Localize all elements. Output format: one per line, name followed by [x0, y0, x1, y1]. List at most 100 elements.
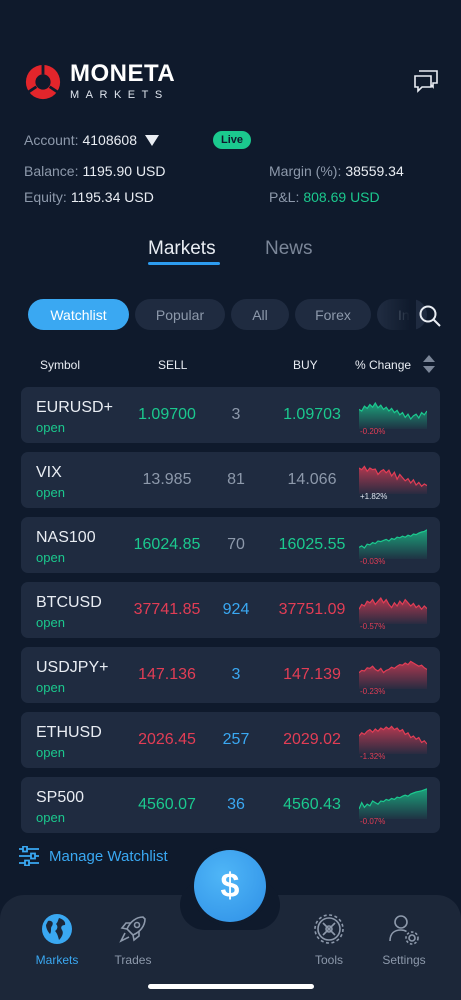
tools-icon	[314, 914, 344, 944]
buy-price[interactable]: 37751.09	[257, 601, 367, 619]
tab-news[interactable]: News	[265, 238, 313, 260]
watchlist-row[interactable]: USDJPY+ open 147.136 3 147.139 -0.23%	[21, 647, 440, 703]
nav-trades[interactable]: Trades	[93, 912, 173, 967]
margin-value: 38559.34	[345, 163, 404, 179]
watchlist-row[interactable]: BTCUSD open 37741.85 924 37751.09 -0.57%	[21, 582, 440, 638]
row-spread: 3	[231, 666, 241, 683]
tab-markets[interactable]: Markets	[148, 238, 216, 260]
filter-all[interactable]: All	[231, 299, 289, 330]
sell-price[interactable]: 37741.85	[117, 601, 217, 619]
filter-popular[interactable]: Popular	[135, 299, 225, 330]
watchlist-row[interactable]: NAS100 open 16024.85 70 16025.55 -0.03%	[21, 517, 440, 573]
row-symbol: SP500	[36, 789, 85, 806]
trade-fab-button[interactable]: $	[194, 850, 266, 922]
nav-markets[interactable]: Markets	[17, 912, 97, 967]
margin-stat: Margin (%): 38559.34	[269, 163, 404, 179]
nav-settings-label: Settings	[382, 953, 426, 967]
pnl-label: P&L:	[269, 189, 300, 205]
nav-trades-label: Trades	[114, 953, 152, 967]
row-spread: 924	[222, 601, 250, 618]
globe-icon	[42, 914, 72, 944]
row-status: open	[36, 485, 65, 500]
percent-change: -0.20%	[360, 427, 386, 436]
sparkline-chart	[359, 660, 427, 689]
buy-price[interactable]: 14.066	[257, 471, 367, 489]
row-symbol: ETHUSD	[36, 724, 102, 741]
column-header-buy: BUY	[293, 358, 318, 372]
rocket-icon	[119, 916, 146, 943]
percent-change: -0.03%	[360, 557, 386, 566]
watchlist-row[interactable]: SP500 open 4560.07 36 4560.43 -0.07%	[21, 777, 440, 833]
percent-change: -0.07%	[360, 817, 386, 826]
row-spread: 3	[231, 406, 241, 423]
row-symbol: VIX	[36, 464, 62, 481]
nav-tools-label: Tools	[314, 953, 343, 967]
sell-price[interactable]: 13.985	[117, 471, 217, 489]
margin-label: Margin (%):	[269, 163, 342, 179]
account-number: 4108608	[82, 132, 137, 148]
column-header-sell: SELL	[158, 358, 188, 372]
row-spread: 36	[227, 796, 245, 813]
row-spread: 257	[222, 731, 250, 748]
balance-stat: Balance: 1195.90 USD	[24, 163, 166, 179]
buy-price[interactable]: 16025.55	[257, 536, 367, 554]
brand-subtitle: MARKETS	[70, 89, 169, 101]
row-symbol: NAS100	[36, 529, 96, 546]
row-status: open	[36, 810, 65, 825]
nav-settings[interactable]: Settings	[364, 912, 444, 967]
watchlist-row[interactable]: EURUSD+ open 1.09700 3 1.09703 -0.20%	[21, 387, 440, 443]
percent-change: -0.23%	[360, 687, 386, 696]
row-symbol: BTCUSD	[36, 594, 102, 611]
percent-change: -0.57%	[360, 622, 386, 631]
brand-title: MONETA	[70, 60, 176, 87]
buy-price[interactable]: 4560.43	[257, 796, 367, 814]
search-icon[interactable]	[418, 304, 442, 328]
sell-price[interactable]: 2026.45	[117, 731, 217, 749]
percent-change: +1.82%	[360, 492, 388, 501]
equity-label: Equity:	[24, 189, 67, 205]
brand-logo: MONETA MARKETS	[24, 62, 175, 101]
equity-stat: Equity: 1195.34 USD	[24, 189, 154, 205]
row-status: open	[36, 420, 65, 435]
sparkline-chart	[359, 788, 427, 819]
buy-price[interactable]: 1.09703	[257, 406, 367, 424]
row-symbol: USDJPY+	[36, 659, 109, 676]
watchlist-row[interactable]: ETHUSD open 2026.45 257 2029.02 -1.32%	[21, 712, 440, 768]
sparkline-chart	[359, 465, 427, 494]
caret-down-icon[interactable]	[145, 134, 159, 146]
sort-icon[interactable]	[423, 355, 435, 373]
sparkline-area	[359, 788, 427, 819]
chat-icon[interactable]	[413, 66, 441, 94]
row-status: open	[36, 615, 65, 630]
home-indicator	[148, 984, 314, 989]
sparkline-chart	[359, 529, 427, 559]
row-status: open	[36, 680, 65, 695]
row-symbol: EURUSD+	[36, 399, 113, 416]
sell-price[interactable]: 147.136	[117, 666, 217, 684]
user-settings-icon	[389, 915, 419, 945]
account-selector[interactable]: Account: 4108608	[24, 132, 159, 148]
pnl-value: 808.69 USD	[303, 189, 380, 205]
row-status: open	[36, 745, 65, 760]
row-status: open	[36, 550, 65, 565]
column-header-change[interactable]: % Change	[355, 358, 411, 372]
buy-price[interactable]: 2029.02	[257, 731, 367, 749]
live-status-badge: Live	[213, 131, 252, 149]
filter-forex[interactable]: Forex	[295, 299, 371, 330]
account-label: Account:	[24, 132, 79, 148]
filter-watchlist[interactable]: Watchlist	[28, 299, 129, 330]
pnl-stat: P&L: 808.69 USD	[269, 189, 380, 205]
sell-price[interactable]: 4560.07	[117, 796, 217, 814]
sell-price[interactable]: 16024.85	[117, 536, 217, 554]
nav-markets-label: Markets	[35, 953, 79, 967]
nav-tools[interactable]: Tools	[289, 912, 369, 967]
manage-watchlist-link[interactable]: Manage Watchlist	[18, 846, 168, 866]
sparkline-chart	[359, 725, 427, 754]
equity-value: 1195.34 USD	[70, 189, 154, 205]
sparkline-chart	[359, 401, 427, 429]
watchlist-row[interactable]: VIX open 13.985 81 14.066 +1.82%	[21, 452, 440, 508]
sell-price[interactable]: 1.09700	[117, 406, 217, 424]
buy-price[interactable]: 147.139	[257, 666, 367, 684]
column-header-symbol: Symbol	[40, 358, 81, 372]
sparkline-chart	[359, 596, 427, 624]
